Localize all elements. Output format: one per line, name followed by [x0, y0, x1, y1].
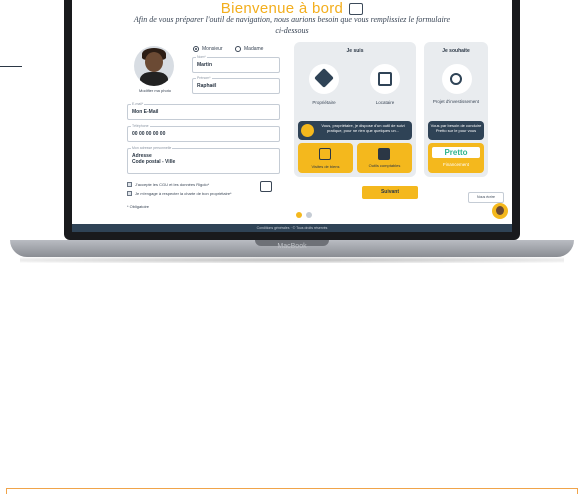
terms-checkbox-label: J'accepte les CGU et les données Rigolo*	[135, 182, 210, 187]
laptop-shadow	[20, 257, 564, 263]
radio-monsieur[interactable]	[193, 46, 199, 52]
pretto-info-banner: Vous par besoin de conduire Pretto sur l…	[428, 121, 484, 140]
chat-avatar[interactable]	[492, 203, 508, 219]
app-window: Bienvenue à bord Afin de vous préparer l…	[72, 0, 512, 232]
charter-checkbox-label: Je m'engage à respecter la charte de bon…	[135, 191, 232, 196]
footer: Conditions générales · © Tous droits rés…	[72, 224, 512, 232]
accounting-card[interactable]: Outils comptables	[357, 143, 412, 173]
document-edit-icon	[378, 72, 392, 86]
visits-card[interactable]: Visites de biens	[298, 143, 353, 173]
tenant-option[interactable]	[370, 64, 400, 94]
panel-je-suis-title: Je suis	[346, 48, 364, 54]
owner-info-banner: Vous, propriétaire, je dispose d'un outi…	[298, 121, 412, 140]
tenant-option-label: Locataire	[375, 100, 395, 105]
radio-madame[interactable]	[235, 46, 241, 52]
address-field[interactable]: Mon adresse personnelle Adresse Code pos…	[127, 146, 280, 174]
pretto-logo: Pretto	[432, 147, 480, 158]
radio-monsieur-label: Monsieur	[202, 46, 223, 52]
phone-field[interactable]: Téléphone 00 00 00 00 00	[127, 124, 280, 142]
checklist-icon	[319, 148, 331, 160]
house-icon	[314, 68, 334, 88]
charter-checkbox[interactable]	[127, 191, 132, 196]
first-name-field[interactable]: Prénom* Raphaël	[192, 76, 280, 94]
document-icon	[260, 181, 272, 192]
owner-option-label: Propriétaire	[312, 100, 336, 105]
panel-je-souhaite-title: Je souhaite	[442, 48, 470, 54]
pretto-card[interactable]: Pretto Financement	[428, 143, 484, 173]
edit-photo-link[interactable]: Modifier ma photo	[127, 88, 183, 93]
key-icon	[450, 73, 462, 85]
last-name-field[interactable]: Nom* Martin	[192, 55, 280, 73]
info-badge-icon	[301, 124, 314, 137]
calculator-icon	[378, 148, 390, 160]
owner-option[interactable]	[309, 64, 339, 94]
pagination-dot[interactable]	[306, 212, 312, 218]
laptop-screen: Bienvenue à bord Afin de vous préparer l…	[64, 0, 520, 240]
profile-photo[interactable]	[134, 46, 174, 86]
required-note: * Obligatoire	[127, 204, 150, 209]
pagination-dot-active[interactable]	[296, 212, 302, 218]
decorative-frame-edge	[6, 488, 578, 494]
investment-option[interactable]	[442, 64, 472, 94]
contact-button[interactable]: Nous écrire	[468, 192, 504, 203]
terms-checkbox[interactable]	[127, 182, 132, 187]
page-subtitle: Afin de vous préparer l'outil de navigat…	[133, 15, 451, 35]
email-field[interactable]: E-mail* Mon E-Mail	[127, 102, 280, 120]
next-button[interactable]: Suivant	[362, 186, 418, 199]
investment-option-label: Projet d'investissement	[432, 99, 480, 104]
decorative-line	[0, 66, 22, 67]
laptop-brand: MacBook	[277, 243, 307, 250]
radio-madame-label: Madame	[244, 46, 264, 52]
